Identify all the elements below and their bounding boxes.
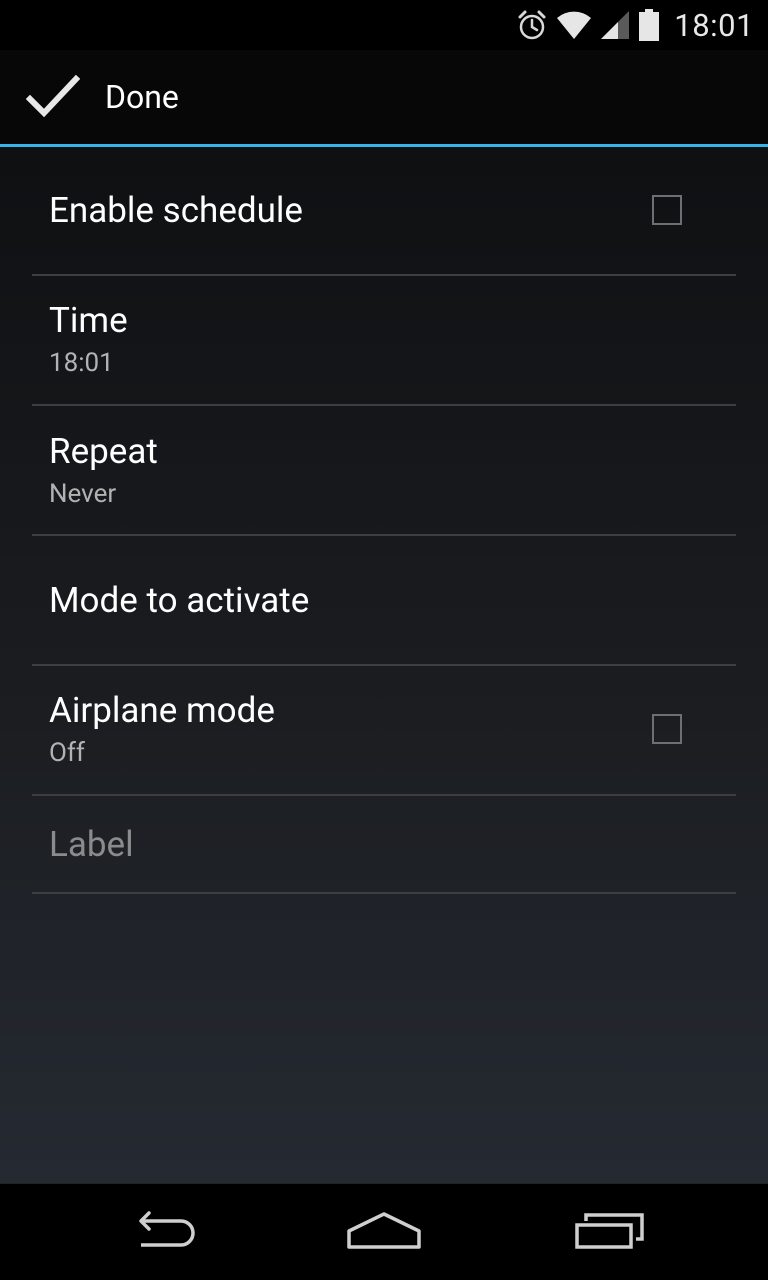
recents-icon [574,1211,646,1255]
battery-icon [638,8,660,42]
airplane-mode-checkbox[interactable] [652,714,682,744]
pref-airplane-mode[interactable]: Airplane mode Off [32,666,736,796]
recents-button[interactable] [535,1184,685,1280]
pref-summary: Never [49,479,117,509]
status-bar: 18:01 [0,0,768,50]
back-icon [125,1210,195,1255]
signal-icon [600,10,630,40]
wifi-icon [556,10,592,40]
status-time: 18:01 [674,6,754,44]
pref-mode-to-activate[interactable]: Mode to activate [32,536,736,666]
pref-enable-schedule[interactable]: Enable schedule [32,147,736,276]
alarm-icon [516,9,548,41]
status-icons: 18:01 [516,0,754,50]
action-bar: Done [0,50,768,147]
pref-time[interactable]: Time 18:01 [32,276,736,406]
pref-title: Repeat [49,431,158,472]
preferences-list: Enable schedule Time 18:01 Repeat Never … [0,147,768,1183]
pref-title: Enable schedule [49,190,303,231]
pref-title: Time [49,300,128,341]
pref-repeat[interactable]: Repeat Never [32,406,736,536]
pref-title: Airplane mode [49,690,275,731]
pref-title: Mode to activate [49,580,310,621]
enable-schedule-checkbox[interactable] [652,195,682,225]
label-field[interactable]: Label [32,796,736,894]
pref-summary: 18:01 [49,348,114,378]
screen: 18:01 Done Enable schedule Time 18:01 Re… [0,0,768,1280]
nav-bar [0,1183,768,1280]
home-button[interactable] [309,1184,459,1280]
done-label: Done [105,78,179,116]
label-input[interactable]: Label [49,824,134,865]
home-icon [346,1211,422,1255]
pref-summary: Off [49,738,85,768]
checkmark-icon [25,74,81,120]
done-button[interactable]: Done [0,50,199,144]
back-button[interactable] [85,1184,235,1280]
